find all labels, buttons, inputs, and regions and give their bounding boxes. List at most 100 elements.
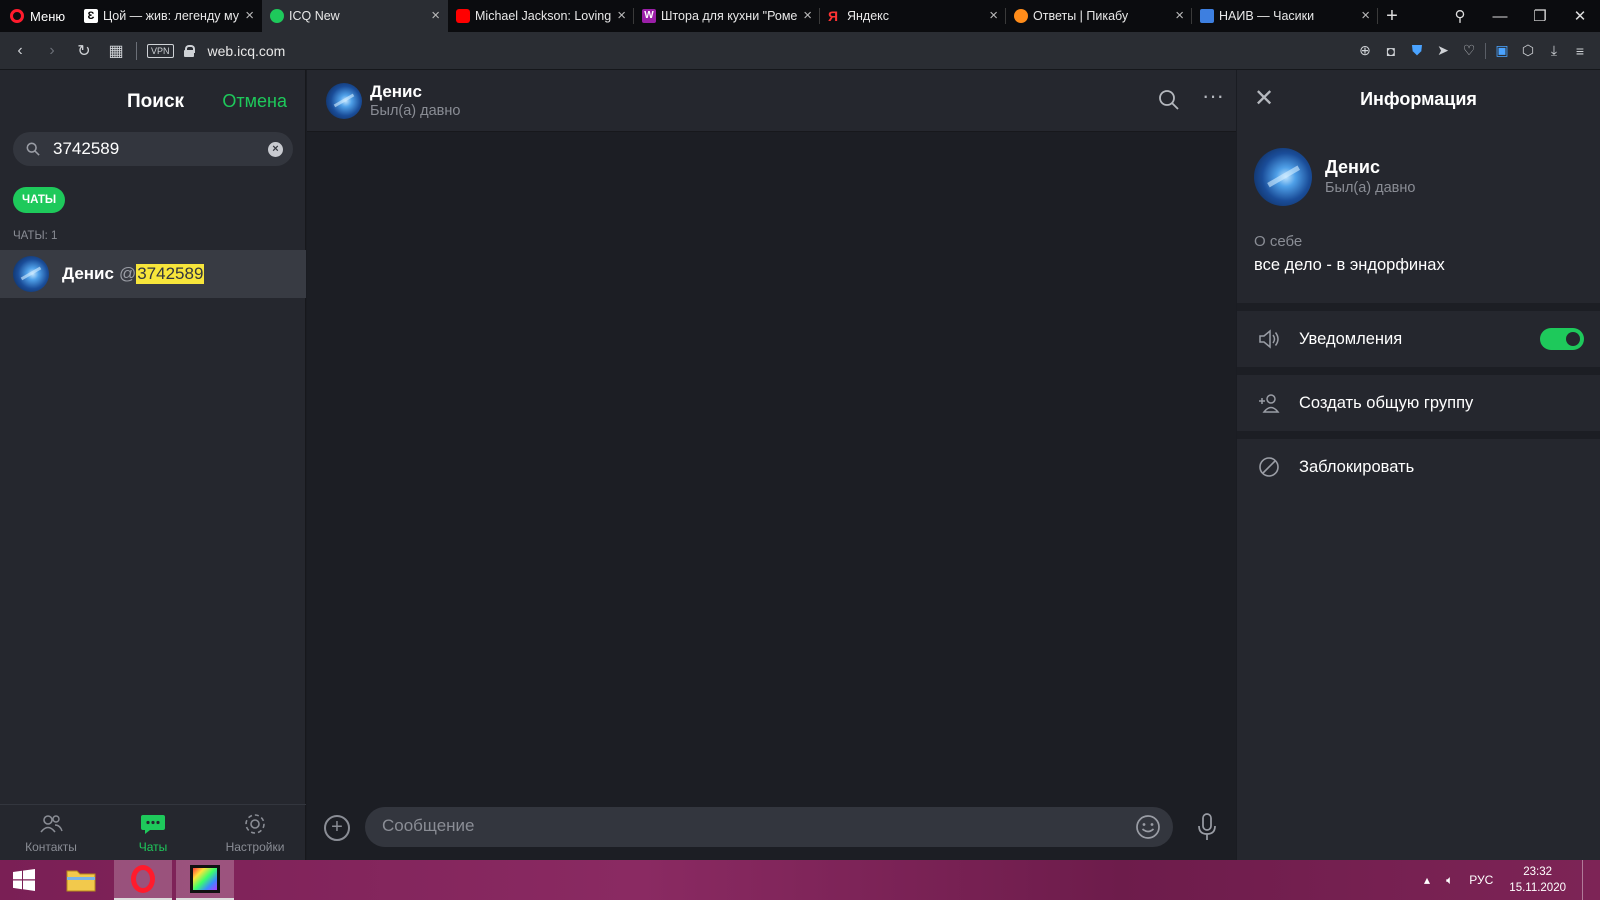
url-field[interactable]: web.icq.com — [208, 43, 286, 59]
more-options-icon[interactable]: ··· — [1202, 85, 1224, 111]
tab-title: Штора для кухни "Роме — [661, 9, 798, 23]
search-box[interactable]: × — [13, 132, 293, 166]
start-button[interactable] — [0, 860, 48, 900]
tab-close-icon[interactable]: × — [989, 8, 998, 23]
notifications-row[interactable]: Уведомления — [1237, 311, 1600, 367]
tab-title: Яндекс — [847, 9, 890, 23]
close-window-icon[interactable]: ✕ — [1560, 7, 1600, 25]
opera-menu-button[interactable]: Меню — [0, 0, 76, 32]
opera-taskbar-button[interactable] — [114, 860, 172, 900]
settings-gear-icon — [245, 814, 265, 834]
browser-tab[interactable]: Ɛ Цой — жив: легенду му × — [76, 0, 262, 32]
tab-close-icon[interactable]: × — [803, 8, 812, 23]
clear-search-icon[interactable]: × — [268, 142, 283, 157]
create-group-label: Создать общую группу — [1299, 393, 1474, 412]
tab-title: НАИВ — Часики — [1219, 9, 1315, 23]
speaker-icon — [1259, 329, 1279, 349]
emoji-icon[interactable] — [1135, 814, 1161, 840]
opera-menu-label: Меню — [30, 8, 66, 24]
windows-logo-icon — [13, 869, 35, 891]
message-box[interactable] — [365, 807, 1173, 847]
nav-settings[interactable]: Настройки — [204, 805, 306, 860]
chat-header[interactable]: Денис Был(а) давно ··· — [307, 70, 1236, 132]
new-tab-button[interactable]: + — [1378, 0, 1406, 32]
tab-title: Цой — жив: легенду му — [103, 9, 239, 23]
info-panel: ✕ Информация Денис Был(а) давно О себе в… — [1237, 70, 1600, 860]
message-input[interactable] — [382, 816, 1082, 836]
vpn-badge[interactable]: VPN — [147, 43, 174, 58]
attach-plus-icon[interactable]: + — [324, 815, 350, 841]
favicon-icon: Ɛ — [84, 9, 98, 23]
tab-search-icon[interactable]: ⚲ — [1440, 7, 1480, 25]
result-name: Денис — [62, 264, 114, 283]
easy-setup-icon[interactable]: ≡ — [1570, 43, 1590, 59]
tab-close-icon[interactable]: × — [1361, 8, 1370, 23]
profile-avatar[interactable] — [1254, 148, 1312, 206]
browser-tab[interactable]: W Штора для кухни "Роме × — [634, 0, 820, 32]
tab-close-icon[interactable]: × — [245, 8, 254, 23]
browser-tab[interactable]: НАИВ — Часики × — [1192, 0, 1378, 32]
speed-dial-icon[interactable]: ▦ — [100, 41, 132, 61]
forward-icon[interactable]: › — [36, 42, 68, 60]
yandex-favicon-icon: Я — [828, 8, 839, 24]
music-favicon-icon — [1200, 9, 1214, 23]
chat-search-icon[interactable] — [1158, 89, 1180, 111]
download-icon[interactable]: ⤓ — [1544, 42, 1564, 59]
back-icon[interactable]: ‹ — [4, 42, 36, 60]
chat-area: Денис Был(а) давно ··· + — [307, 70, 1236, 860]
volume-icon[interactable]: 🔈︎ — [1446, 873, 1453, 888]
restore-icon[interactable]: ❐ — [1520, 7, 1560, 25]
adblock-shield-icon[interactable]: ⛊ — [1407, 42, 1427, 59]
browser-tab[interactable]: Я Яндекс × — [820, 0, 1006, 32]
nav-chats-label: Чаты — [138, 840, 168, 854]
tray-arrow-icon[interactable]: ▴ — [1424, 873, 1430, 887]
zoom-icon[interactable]: ⊕ — [1355, 42, 1375, 59]
tab-close-icon[interactable]: × — [1175, 8, 1184, 23]
video-app-icon — [190, 865, 220, 893]
cube-extension-icon[interactable]: ⬡ — [1518, 42, 1538, 59]
search-result-row[interactable]: Денис @ 3742589 — [0, 250, 306, 298]
add-group-icon — [1259, 394, 1280, 413]
extension-icon[interactable]: ▣ — [1492, 42, 1512, 59]
info-title: Информация — [1360, 89, 1477, 109]
heart-icon[interactable]: ♡ — [1459, 42, 1479, 59]
folder-icon — [66, 870, 96, 892]
browser-tab-active[interactable]: ICQ New × — [262, 0, 448, 32]
search-input[interactable] — [53, 139, 253, 159]
nav-contacts[interactable]: Контакты — [0, 805, 102, 860]
chat-contact-name[interactable]: Денис — [370, 82, 422, 102]
create-group-row[interactable]: Создать общую группу — [1237, 375, 1600, 431]
language-indicator[interactable]: РУС — [1469, 873, 1493, 887]
tab-close-icon[interactable]: × — [617, 8, 626, 23]
file-explorer-taskbar-button[interactable] — [52, 860, 110, 900]
send-icon[interactable]: ➤ — [1433, 42, 1453, 59]
about-text: все дело - в эндорфинах — [1254, 256, 1445, 274]
address-bar: ‹ › ↻ ▦ VPN web.icq.com ⊕ ◘ ⛊ ➤ ♡ ▣ ⬡ ⤓ … — [0, 32, 1600, 70]
lock-icon[interactable] — [183, 44, 195, 57]
snapshot-icon[interactable]: ◘ — [1381, 43, 1401, 59]
reload-icon[interactable]: ↻ — [68, 41, 100, 61]
cancel-search-button[interactable]: Отмена — [222, 91, 287, 112]
nav-chats[interactable]: Чаты — [102, 805, 204, 860]
left-panel: Поиск Отмена × ЧАТЫ ЧАТЫ: 1 Денис @ 3742… — [0, 70, 306, 860]
browser-tab[interactable]: Ответы | Пикабу × — [1006, 0, 1192, 32]
divider — [1237, 303, 1600, 311]
show-desktop-button[interactable] — [1582, 860, 1586, 900]
clock[interactable]: 23:32 15.11.2020 — [1509, 864, 1566, 896]
media-app-taskbar-button[interactable] — [176, 860, 234, 900]
clock-date: 15.11.2020 — [1509, 882, 1566, 894]
divider — [1237, 431, 1600, 439]
tab-close-icon[interactable]: × — [431, 8, 440, 23]
block-row[interactable]: Заблокировать — [1237, 439, 1600, 495]
microphone-icon[interactable] — [1196, 812, 1218, 842]
browser-tab[interactable]: Michael Jackson: Loving × — [448, 0, 634, 32]
notifications-toggle[interactable] — [1540, 328, 1584, 350]
chat-avatar[interactable] — [326, 83, 362, 119]
pikabu-favicon-icon — [1014, 9, 1028, 23]
windows-taskbar: ▴ 🔈︎ РУС 23:32 15.11.2020 — [0, 860, 1600, 900]
chats-filter-chip[interactable]: ЧАТЫ — [13, 187, 66, 213]
minimize-icon[interactable]: — — [1480, 8, 1520, 25]
opera-icon — [131, 865, 155, 893]
nav-contacts-label: Контакты — [25, 840, 77, 854]
tab-title: Ответы | Пикабу — [1033, 9, 1129, 23]
